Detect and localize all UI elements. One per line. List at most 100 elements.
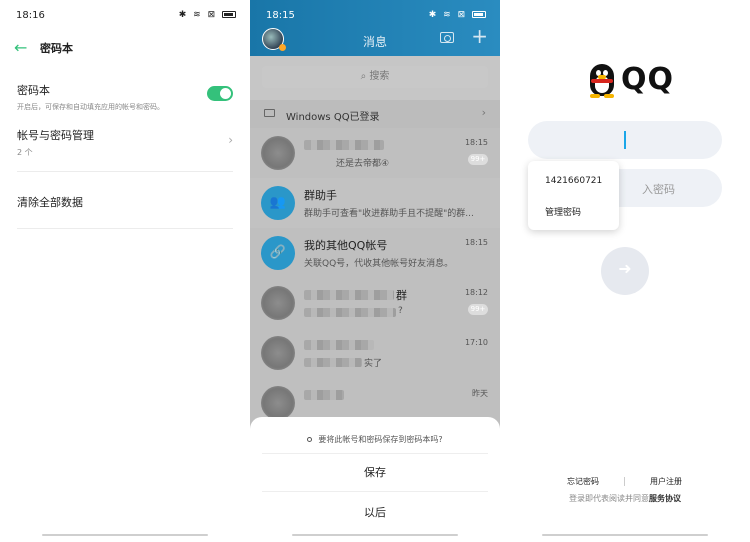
account-password-management-row[interactable]: 帐号与密码管理 2 个 › <box>17 127 233 158</box>
unread-badge: 99+ <box>468 154 488 165</box>
key-icon <box>307 437 313 442</box>
chat-item[interactable]: 还是去帝都④ 18:15 99+ <box>250 128 500 178</box>
chevron-right-icon: › <box>228 133 233 147</box>
home-indicator <box>42 534 208 536</box>
password-book-description: 开启后，可保存和自动填充应用的帐号和密码。 <box>17 103 164 111</box>
chat-avatar: 👥 <box>261 186 295 220</box>
status-bar: 18:15 ✱ ≋ ⊠ <box>250 0 500 30</box>
chat-avatar <box>261 286 295 320</box>
blurred-name <box>304 140 384 150</box>
chat-message: 实了 <box>364 359 383 369</box>
login-button[interactable]: ➜ <box>601 247 649 295</box>
header-title: 消息 <box>362 35 387 49</box>
battery-icon <box>222 11 236 18</box>
chat-message: 关联QQ号，代收其他帐号好友消息。 <box>304 259 454 269</box>
chat-item[interactable]: 👥 群助手 群助手可查看"收进群助手且不提醒"的群... <box>250 178 500 228</box>
chat-avatar <box>261 136 295 170</box>
chat-time: 18:12 <box>464 288 488 297</box>
chat-name: 群助手 <box>304 189 337 202</box>
status-icons: ✱ ≋ ⊠ <box>429 10 486 20</box>
blurred-name <box>304 290 394 300</box>
status-time: 18:15 <box>266 10 295 21</box>
agreement-prefix: 登录即代表阅读并同意 <box>569 494 649 503</box>
chat-avatar <box>261 336 295 370</box>
save-button[interactable]: 保存 <box>250 464 500 480</box>
qq-login-screen: QQ 入密码 1421660721 管理密码 ➜ 忘记密码 用户注册 登录即代表… <box>500 0 750 542</box>
link-separator <box>624 477 625 486</box>
password-book-toggle[interactable] <box>207 86 233 101</box>
chat-message: 还是去帝都④ <box>336 159 390 169</box>
agreement-text: 登录即代表阅读并同意服务协议 <box>500 493 750 504</box>
plus-icon[interactable]: + <box>471 26 488 46</box>
chat-item[interactable]: 实了 17:10 <box>250 328 500 378</box>
arrow-right-icon: ➜ <box>618 259 632 278</box>
blurred-message <box>304 358 362 367</box>
account-suggestion-popup: 1421660721 管理密码 <box>528 161 619 230</box>
blurred-name <box>304 340 374 350</box>
chevron-right-icon: › <box>481 106 486 119</box>
unread-badge: 99+ <box>468 304 488 315</box>
toggle-knob <box>220 88 231 99</box>
qq-logo-text: QQ <box>621 62 675 97</box>
password-book-label: 密码本 <box>17 84 50 97</box>
divider <box>17 228 233 229</box>
saved-account-option[interactable]: 1421660721 <box>545 176 602 186</box>
register-link[interactable]: 用户注册 <box>650 476 682 487</box>
device-login-bar[interactable]: Windows QQ已登录 › <box>250 100 500 128</box>
password-placeholder: 入密码 <box>642 183 675 196</box>
chat-item[interactable]: 🔗 我的其他QQ帐号 关联QQ号，代收其他帐号好友消息。 18:15 <box>250 228 500 278</box>
chat-time: 18:15 <box>464 138 488 147</box>
save-password-question: 要将此帐号和密码保存到密码本吗? <box>250 434 500 445</box>
camera-icon[interactable] <box>440 32 454 43</box>
chat-name: 群 <box>396 289 407 302</box>
question-text: 要将此帐号和密码保存到密码本吗? <box>318 435 443 444</box>
account-input[interactable] <box>528 121 722 159</box>
service-agreement-link[interactable]: 服务协议 <box>649 494 681 503</box>
divider <box>262 491 488 492</box>
penguin-scarf <box>591 79 613 83</box>
later-button[interactable]: 以后 <box>250 504 500 520</box>
manage-password-option[interactable]: 管理密码 <box>545 205 581 218</box>
status-icons: ✱ ≋ ⊠ <box>179 10 236 20</box>
forgot-password-link[interactable]: 忘记密码 <box>567 476 599 487</box>
clear-all-data-row[interactable]: 清除全部数据 <box>17 194 233 210</box>
divider <box>262 453 488 454</box>
text-cursor <box>624 131 626 149</box>
back-arrow-icon[interactable]: ← <box>14 38 27 57</box>
password-book-settings-screen: 18:16 ✱ ≋ ⊠ ← 密码本 密码本 开启后，可保存和自动填充应用的帐号和… <box>0 0 250 542</box>
chat-avatar: 🔗 <box>261 236 295 270</box>
device-login-text: Windows QQ已登录 <box>286 112 380 123</box>
divider <box>17 171 233 172</box>
qq-penguin-logo <box>586 62 618 98</box>
chat-avatar <box>261 386 295 420</box>
status-bar: 18:16 ✱ ≋ ⊠ <box>0 0 250 30</box>
chat-time: 18:15 <box>464 238 488 247</box>
penguin-foot <box>590 94 600 98</box>
home-indicator <box>292 534 458 536</box>
penguin-foot <box>604 94 614 98</box>
chat-time: 昨天 <box>472 389 488 398</box>
status-time: 18:16 <box>16 10 45 21</box>
blurred-message <box>304 308 396 317</box>
qq-message-list-screen: 18:15 ✱ ≋ ⊠ 消息 + ⌕ 搜索 Windows QQ已登录 › 还是… <box>250 0 500 542</box>
monitor-icon <box>264 109 275 117</box>
chat-item[interactable]: 群 ? 18:12 99+ <box>250 278 500 328</box>
search-box[interactable]: ⌕ 搜索 <box>262 66 488 88</box>
status-glyphs: ✱ ≋ ⊠ <box>178 10 218 20</box>
group-helper-icon: 👥 <box>269 195 287 210</box>
chat-message: 群助手可查看"收进群助手且不提醒"的群... <box>304 209 474 219</box>
chat-time: 17:10 <box>464 338 488 347</box>
password-book-row[interactable]: 密码本 开启后，可保存和自动填充应用的帐号和密码。 <box>17 82 233 112</box>
link-icon: 🔗 <box>269 245 287 260</box>
message-header: 18:15 ✱ ≋ ⊠ 消息 + <box>250 0 500 56</box>
account-count: 2 个 <box>17 148 33 157</box>
account-management-label: 帐号与密码管理 <box>17 129 94 142</box>
blurred-name <box>304 390 344 400</box>
page-title: 密码本 <box>40 42 73 55</box>
status-glyphs: ✱ ≋ ⊠ <box>428 10 468 20</box>
chat-name: 我的其他QQ帐号 <box>304 239 388 252</box>
home-indicator <box>542 534 708 536</box>
save-password-sheet: 要将此帐号和密码保存到密码本吗? 保存 以后 <box>250 417 500 542</box>
clear-all-label: 清除全部数据 <box>17 196 83 209</box>
search-placeholder: 搜索 <box>369 71 390 82</box>
